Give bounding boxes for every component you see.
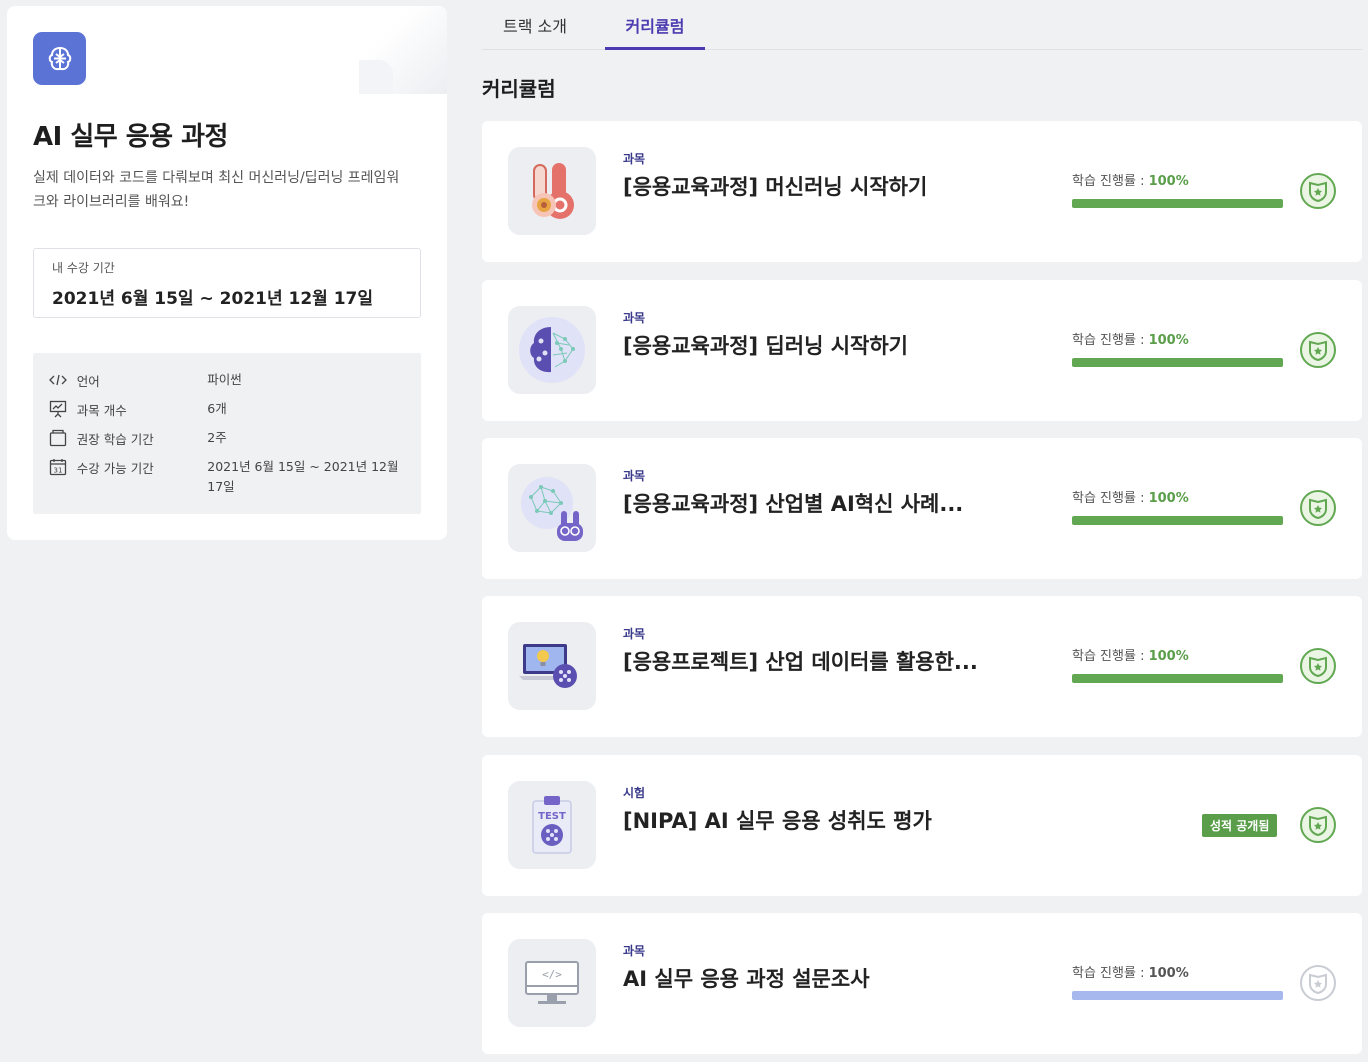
progress-value: 100%	[1148, 966, 1189, 981]
progress-fill	[1072, 199, 1283, 208]
course-thumbnail	[508, 306, 596, 394]
svg-text:31: 31	[54, 467, 63, 475]
track-description: 실제 데이터와 코드를 다뤄보며 최신 머신러닝/딥러닝 프레임워크와 라이브러…	[33, 170, 400, 210]
course-title: [응용교육과정] 머신러닝 시작하기	[623, 175, 928, 199]
certificate-earned-icon	[1300, 490, 1336, 526]
progress-fill	[1072, 991, 1283, 1000]
info-value: 6개	[207, 401, 227, 416]
grade-released-badge: 성적 공개됨	[1202, 814, 1278, 837]
progress-value: 100%	[1148, 333, 1189, 348]
progress-value: 100%	[1148, 649, 1189, 664]
course-title: [응용교육과정] 딥러닝 시작하기	[623, 334, 908, 358]
course-type: 시험	[623, 786, 646, 800]
info-label: 과목 개수	[76, 403, 127, 418]
progress-bar	[1072, 516, 1283, 525]
certificate-earned-icon	[1300, 807, 1336, 843]
progress-label-text: 학습 진행률 :	[1072, 966, 1149, 981]
track-info-card: AI 실무 응용 과정 실제 데이터와 코드를 다뤄보며 최신 머신러닝/딥러닝…	[7, 6, 447, 540]
presentation-icon	[49, 400, 69, 418]
tab-track-intro[interactable]: 트랙 소개	[482, 0, 588, 50]
course-card[interactable]: </> 과목 AI 실무 응용 과정 설문조사 학습 진행률 : 100%	[482, 913, 1362, 1054]
progress-fill	[1072, 358, 1283, 367]
course-type: 과목	[623, 944, 646, 958]
course-type: 과목	[623, 311, 646, 325]
info-row-available-period: 31 수강 가능 기간 2021년 6월 15일 ~ 2021년 12월 17일	[49, 458, 405, 497]
svg-text:</>: </>	[542, 968, 562, 981]
progress-bar	[1072, 991, 1283, 1000]
code-icon	[49, 371, 69, 389]
progress-label: 학습 진행률 : 100%	[1072, 962, 1189, 981]
course-type: 과목	[623, 152, 646, 166]
progress-bar	[1072, 674, 1283, 683]
info-label: 권장 학습 기간	[76, 432, 154, 447]
progress-label-text: 학습 진행률 :	[1072, 491, 1149, 506]
calendar-icon: 31	[49, 458, 69, 476]
course-title: AI 실무 응용 과정 설문조사	[623, 967, 870, 991]
progress-label: 학습 진행률 : 100%	[1072, 645, 1189, 664]
brain-rabbit-icon	[521, 477, 583, 541]
progress-label: 학습 진행률 : 100%	[1072, 170, 1189, 189]
info-row-course-count: 과목 개수 6개	[49, 400, 405, 419]
certificate-earned-icon	[1300, 648, 1336, 684]
course-card[interactable]: 과목 [응용교육과정] 딥러닝 시작하기 학습 진행률 : 100%	[482, 280, 1362, 421]
course-type: 과목	[623, 469, 646, 483]
monitor-code-icon: </>	[525, 961, 579, 1004]
brain-network-icon	[519, 317, 585, 383]
track-tabs: 트랙 소개 커리큘럼	[482, 0, 1362, 50]
section-title: 커리큘럼	[482, 77, 556, 101]
svg-text:TEST: TEST	[538, 811, 566, 822]
progress-bar	[1072, 358, 1283, 367]
info-value: 파이썬	[207, 372, 242, 387]
enrollment-period-box: 내 수강 기간 2021년 6월 15일 ~ 2021년 12월 17일	[33, 248, 421, 318]
test-clipboard-icon: TEST	[532, 796, 572, 854]
course-type: 과목	[623, 627, 646, 641]
course-card[interactable]: 과목 [응용교육과정] 산업별 AI혁신 사례... 학습 진행률 : 100%	[482, 438, 1362, 579]
course-thumbnail	[508, 464, 596, 552]
progress-value: 100%	[1148, 174, 1189, 189]
course-title: [응용프로젝트] 산업 데이터를 활용한...	[623, 650, 978, 674]
progress-label: 학습 진행률 : 100%	[1072, 329, 1189, 348]
track-details: 언어 파이썬 과목 개수 6개 권장 학습 기간 2주 31 수강 가능 기간 …	[33, 353, 421, 514]
course-thumbnail	[508, 147, 596, 235]
period-label: 내 수강 기간	[52, 261, 115, 275]
progress-label-text: 학습 진행률 :	[1072, 333, 1149, 348]
info-label: 수강 가능 기간	[76, 461, 154, 476]
progress-label-text: 학습 진행률 :	[1072, 649, 1149, 664]
hand-brain-icon	[532, 163, 574, 219]
info-label: 언어	[76, 374, 100, 389]
laptop-brain-icon	[519, 644, 577, 688]
info-row-study-period: 권장 학습 기간 2주	[49, 429, 405, 448]
period-value: 2021년 6월 15일 ~ 2021년 12월 17일	[52, 289, 374, 309]
info-value: 2주	[207, 430, 227, 445]
course-thumbnail	[508, 622, 596, 710]
progress-value: 100%	[1148, 491, 1189, 506]
progress-label-text: 학습 진행률 :	[1072, 174, 1149, 189]
progress-bar	[1072, 199, 1283, 208]
info-value: 2021년 6월 15일 ~ 2021년 12월 17일	[207, 459, 399, 494]
book-icon	[49, 429, 69, 447]
course-card[interactable]: 과목 [응용프로젝트] 산업 데이터를 활용한... 학습 진행률 : 100%	[482, 596, 1362, 737]
course-thumbnail: </>	[508, 939, 596, 1027]
certificate-earned-icon	[1300, 173, 1336, 209]
track-title: AI 실무 응용 과정	[33, 122, 228, 152]
exam-card[interactable]: TEST 시험 [NIPA] AI 실무 응용 성취도 평가 성적 공개됨	[482, 755, 1362, 896]
progress-fill	[1072, 674, 1283, 683]
corner-decoration	[359, 6, 447, 94]
course-thumbnail: TEST	[508, 781, 596, 869]
ai-brain-icon	[33, 32, 86, 85]
course-card[interactable]: 과목 [응용교육과정] 머신러닝 시작하기 학습 진행률 : 100%	[482, 121, 1362, 262]
certificate-not-earned-icon	[1300, 965, 1336, 1001]
course-title: [NIPA] AI 실무 응용 성취도 평가	[623, 809, 932, 833]
tab-curriculum[interactable]: 커리큘럼	[605, 0, 705, 50]
progress-label: 학습 진행률 : 100%	[1072, 487, 1189, 506]
progress-fill	[1072, 516, 1283, 525]
info-row-language: 언어 파이썬	[49, 371, 405, 390]
course-title: [응용교육과정] 산업별 AI혁신 사례...	[623, 492, 964, 516]
certificate-earned-icon	[1300, 332, 1336, 368]
